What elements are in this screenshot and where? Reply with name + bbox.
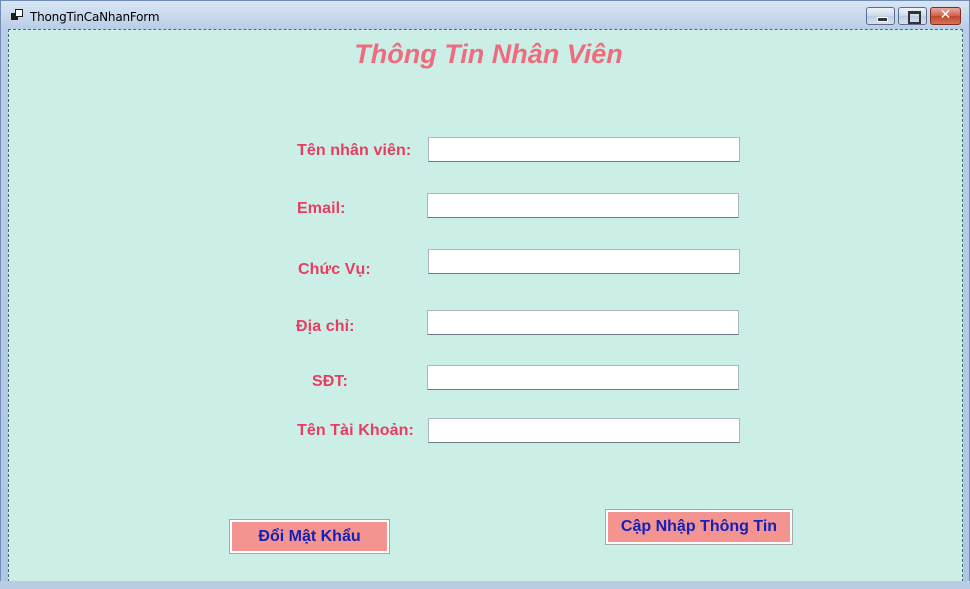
address-label: Địa chỉ:: [296, 318, 355, 335]
email-input[interactable]: [427, 193, 739, 218]
address-input[interactable]: [427, 310, 739, 335]
update-info-button[interactable]: Cập Nhập Thông Tin: [605, 509, 793, 545]
position-label: Chức Vụ:: [298, 261, 371, 278]
form-client-area: Thông Tin Nhân Viên Tên nhân viên: Email…: [8, 29, 963, 582]
position-input[interactable]: [428, 249, 740, 274]
phone-label: SĐT:: [312, 373, 348, 390]
username-input[interactable]: [428, 418, 740, 443]
page-title: Thông Tin Nhân Viên: [354, 39, 623, 69]
app-icon: [11, 9, 23, 21]
maximize-icon: [908, 11, 921, 24]
username-label: Tên Tài Khoản:: [297, 422, 414, 439]
window-bottom-border: [0, 581, 970, 589]
employee-name-input[interactable]: [428, 137, 740, 162]
change-password-button[interactable]: Đổi Mật Khẩu: [229, 519, 390, 554]
phone-input[interactable]: [427, 365, 739, 390]
employee-name-label: Tên nhân viên:: [297, 142, 412, 159]
title-bar[interactable]: ThongTinCaNhanForm ✕: [1, 1, 969, 29]
minimize-icon: [877, 17, 888, 22]
minimize-button[interactable]: [866, 7, 895, 25]
maximize-button[interactable]: [898, 7, 927, 25]
window-title: ThongTinCaNhanForm: [30, 10, 160, 24]
caption-buttons: ✕: [863, 7, 961, 25]
close-button[interactable]: ✕: [930, 7, 961, 25]
close-icon: ✕: [939, 7, 952, 23]
application-window: ThongTinCaNhanForm ✕ Thông Tin Nhân Viên…: [0, 0, 970, 589]
email-label: Email:: [297, 200, 346, 217]
